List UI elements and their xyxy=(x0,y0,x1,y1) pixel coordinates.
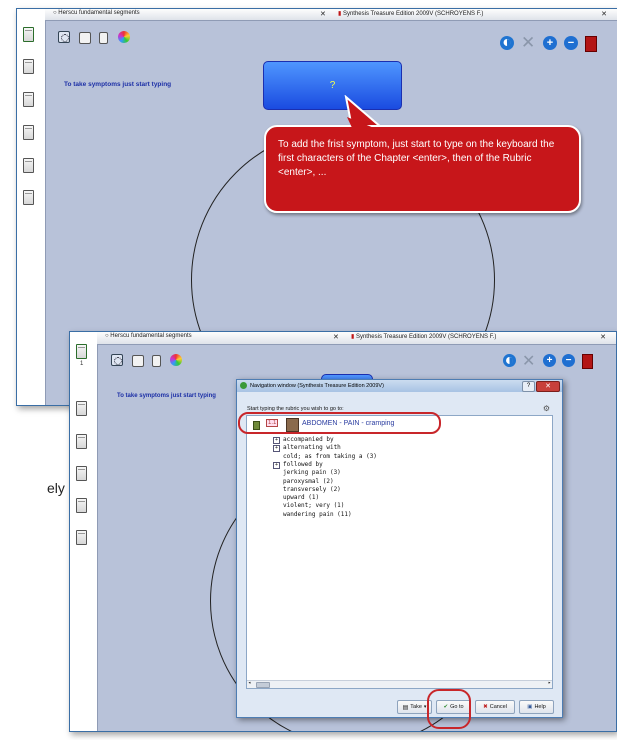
list-item[interactable]: paroxysmal (2) xyxy=(283,478,334,485)
document-icon[interactable] xyxy=(76,530,87,545)
cancel-icon: ✖ xyxy=(483,704,488,710)
callout-pointer-fill xyxy=(347,117,379,130)
color-wheel-icon[interactable] xyxy=(170,354,182,366)
zoom-in-icon[interactable]: + xyxy=(543,36,557,50)
help-label: Help xyxy=(534,704,546,710)
segment-select-icon[interactable] xyxy=(58,31,70,43)
zoom-out-icon[interactable]: − xyxy=(562,354,575,367)
list-item[interactable]: + accompanied by xyxy=(273,436,334,444)
bottom-tab-bar: ○ Herscu fundamental segments ✕ ▮ Synthe… xyxy=(97,332,616,345)
list-item[interactable]: violent; very (1) xyxy=(283,502,344,509)
zoom-in-icon[interactable]: + xyxy=(543,354,556,367)
document-icon[interactable] xyxy=(23,125,34,140)
list-item-label: jerking pain (3) xyxy=(283,469,341,477)
list-item[interactable]: upward (1) xyxy=(283,494,319,501)
list-item-label: transversely (2) xyxy=(283,485,341,493)
sidebar-badge: 1 xyxy=(80,361,84,367)
side-text: ely xyxy=(47,480,65,496)
copy-icon[interactable] xyxy=(132,355,144,367)
scroll-left-icon[interactable]: ◂ xyxy=(248,680,251,686)
dialog-title: Navigation window (Synthesis Treasure Ed… xyxy=(250,383,384,389)
take-icon: ▤ xyxy=(402,704,409,711)
book-icon[interactable] xyxy=(585,36,597,52)
list-item[interactable]: jerking pain (3) xyxy=(283,469,341,476)
close-tab-icon[interactable]: ✕ xyxy=(600,333,606,341)
list-item[interactable]: + followed by xyxy=(273,460,323,469)
close-tab-icon[interactable]: ✕ xyxy=(601,10,607,18)
segment-select-icon[interactable] xyxy=(111,354,123,366)
document-icon[interactable] xyxy=(76,466,87,481)
list-item-label: cold; as from taking a (3) xyxy=(283,452,377,460)
document-icon[interactable] xyxy=(76,434,87,449)
list-item[interactable]: cold; as from taking a (3) xyxy=(283,453,377,460)
cancel-label: Cancel xyxy=(489,704,507,710)
copy-icon[interactable] xyxy=(79,32,91,44)
top-tab-bar: ○ Herscu fundamental segments ✕ ▮ Synthe… xyxy=(45,9,617,21)
scroll-right-icon[interactable]: ▸ xyxy=(548,680,551,686)
tab-label: Synthesis Treasure Edition 2009V (SCHROY… xyxy=(355,334,497,340)
cancel-button[interactable]: ✖ Cancel xyxy=(475,700,515,714)
rubric-list[interactable]: + accompanied by + alternating with cold; as… xyxy=(246,432,553,689)
search-icon[interactable]: ◐ xyxy=(503,352,516,369)
zoom-out-icon[interactable]: − xyxy=(564,36,578,50)
type-hint-text: To take symptoms just start typing xyxy=(117,393,216,399)
document-icon[interactable] xyxy=(23,190,34,205)
expand-icon[interactable]: + xyxy=(273,461,280,469)
expand-icon[interactable]: + xyxy=(273,437,280,444)
take-label: Take xyxy=(410,704,422,710)
tab-synthesis[interactable]: ▮ Synthesis Treasure Edition 2009V (SCHR… xyxy=(338,10,483,17)
color-wheel-icon[interactable] xyxy=(118,31,130,43)
tab-label: Synthesis Treasure Edition 2009V (SCHROY… xyxy=(342,11,484,17)
tab-label: Herscu fundamental segments xyxy=(58,10,140,16)
expand-icon[interactable]: + xyxy=(273,445,280,453)
clipboard-icon[interactable] xyxy=(99,32,108,44)
type-hint-text: To take symptoms just start typing xyxy=(64,81,172,88)
scroll-thumb[interactable] xyxy=(256,682,270,688)
help-icon: ▣ xyxy=(527,704,533,710)
book-icon[interactable] xyxy=(582,354,593,369)
callout-text: To add the frist symptom, just start to … xyxy=(278,139,555,178)
tab-label: Herscu fundamental segments xyxy=(110,333,192,339)
help-button[interactable]: ▣ Help xyxy=(519,700,554,714)
close-icon[interactable]: ✕ xyxy=(522,351,535,371)
document-icon[interactable] xyxy=(23,27,34,42)
list-item-label: violent; very (1) xyxy=(283,502,345,510)
document-icon[interactable] xyxy=(76,498,87,513)
dialog-title-bar: Navigation window (Synthesis Treasure Ed… xyxy=(237,380,562,392)
clipboard-icon[interactable] xyxy=(152,355,161,367)
search-icon[interactable]: ◐ xyxy=(500,34,514,51)
list-item-label: wandering pain (11) xyxy=(283,510,352,518)
list-item[interactable]: + alternating with xyxy=(273,444,341,453)
close-tab-icon[interactable]: ✕ xyxy=(333,333,339,341)
close-icon[interactable]: ✕ xyxy=(521,33,535,53)
list-item-label: paroxysmal (2) xyxy=(283,477,334,485)
gear-icon[interactable]: ⚙ xyxy=(543,404,550,413)
tab-herscu[interactable]: ○ Herscu fundamental segments xyxy=(105,333,192,339)
list-item-label: alternating with xyxy=(283,444,341,452)
goto-highlight-ring xyxy=(427,689,471,729)
path-highlight-ring xyxy=(238,412,441,434)
list-item[interactable]: transversely (2) xyxy=(283,486,341,493)
document-icon[interactable] xyxy=(76,401,87,416)
document-icon[interactable] xyxy=(23,158,34,173)
list-item[interactable]: wandering pain (11) xyxy=(283,511,352,518)
document-icon[interactable] xyxy=(76,344,87,359)
tab-herscu[interactable]: ○ Herscu fundamental segments xyxy=(53,10,140,16)
list-item-label: followed by xyxy=(283,460,323,468)
top-sidebar xyxy=(17,9,46,405)
help-title-button[interactable]: ? xyxy=(522,381,535,392)
app-icon xyxy=(240,382,247,389)
instruction-callout: To add the frist symptom, just start to … xyxy=(264,125,581,213)
list-item-label: upward (1) xyxy=(283,494,320,502)
close-tab-icon[interactable]: ✕ xyxy=(320,10,326,18)
document-icon[interactable] xyxy=(23,59,34,74)
horizontal-scrollbar[interactable]: ◂ ▸ xyxy=(247,680,552,688)
document-icon[interactable] xyxy=(23,92,34,107)
bottom-sidebar: 1 xyxy=(70,332,98,731)
close-button[interactable]: ✕ xyxy=(536,381,560,392)
list-item-label: accompanied by xyxy=(283,436,334,443)
tab-synthesis[interactable]: ▮ Synthesis Treasure Edition 2009V (SCHR… xyxy=(351,333,496,340)
